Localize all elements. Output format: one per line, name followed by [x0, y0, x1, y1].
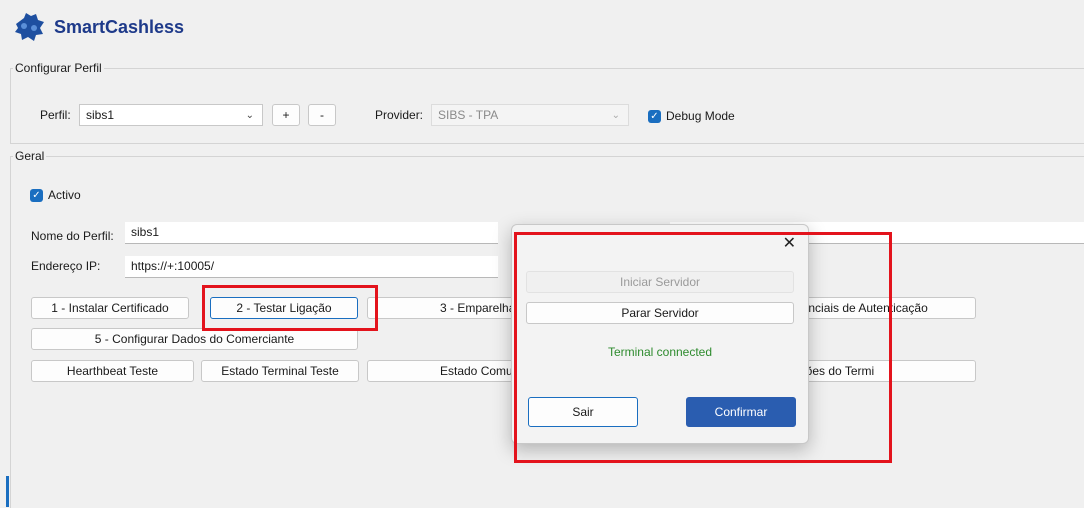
perfil-select[interactable]: sibs1 ⌄: [79, 104, 263, 126]
install-certificate-button[interactable]: 1 - Instalar Certificado: [31, 297, 189, 319]
highlight-dialog: [514, 232, 892, 463]
highlight-test-connection: [202, 285, 378, 331]
perfil-select-value: sibs1: [86, 108, 115, 122]
debug-mode-checkbox[interactable]: ✓: [648, 110, 661, 123]
remove-profile-button[interactable]: -: [308, 104, 336, 126]
ip-input[interactable]: https://+:10005/: [125, 256, 498, 278]
active-label: Activo: [48, 188, 81, 202]
chevron-down-icon: ⌄: [611, 110, 620, 121]
add-profile-button[interactable]: +: [272, 104, 300, 126]
active-checkbox[interactable]: ✓: [30, 189, 43, 202]
app-title: SmartCashless: [54, 17, 185, 37]
profile-name-input[interactable]: sibs1: [125, 222, 498, 244]
puzzle-logo-icon: [15, 13, 44, 41]
profile-name-label: Nome do Perfil:: [31, 229, 114, 243]
terminal-state-test-button[interactable]: Estado Terminal Teste: [201, 360, 359, 382]
configure-merchant-button[interactable]: 5 - Configurar Dados do Comerciante: [31, 328, 358, 350]
pair-button-label: 3 - Emparelha: [440, 301, 515, 315]
comm-state-button[interactable]: Estado Comu: [367, 360, 515, 382]
ip-label: Endereço IP:: [31, 259, 101, 273]
general-group-label: Geral: [13, 149, 47, 163]
provider-select-value: SIBS - TPA: [438, 108, 499, 122]
provider-select[interactable]: SIBS - TPA ⌄: [431, 104, 629, 126]
comm-state-button-label: Estado Comu: [440, 364, 513, 378]
left-accent-bar: [6, 476, 9, 507]
config-profile-group-label: Configurar Perfil: [13, 61, 104, 75]
pair-button[interactable]: 3 - Emparelha: [367, 297, 515, 319]
heartbeat-test-button[interactable]: Hearthbeat Teste: [31, 360, 194, 382]
provider-label: Provider:: [375, 108, 424, 122]
debug-mode-label: Debug Mode: [666, 109, 735, 123]
perfil-label: Perfil:: [40, 108, 71, 122]
chevron-down-icon: ⌄: [245, 110, 254, 121]
